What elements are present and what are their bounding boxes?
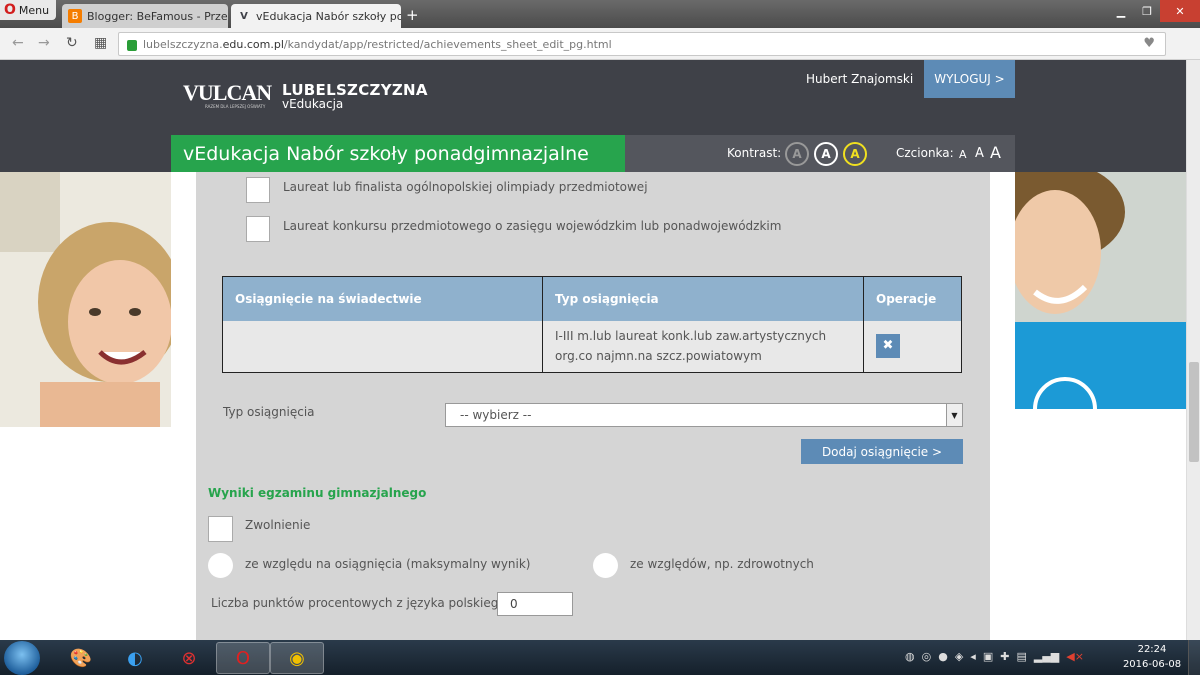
table-header-row: Osiągnięcie na świadectwie Typ osiągnięc… bbox=[222, 276, 962, 321]
opera-logo-icon: O bbox=[4, 2, 16, 18]
minimize-icon[interactable]: ▁ bbox=[1108, 0, 1134, 22]
tray-app-icon[interactable]: ◈ bbox=[955, 650, 963, 663]
contrast-label: Kontrast: bbox=[727, 146, 782, 160]
forward-icon[interactable]: → bbox=[38, 35, 50, 51]
network-icon[interactable]: ▂▄▆ bbox=[1034, 650, 1059, 663]
achievement-cell bbox=[222, 320, 543, 373]
clock-time: 22:24 bbox=[1137, 644, 1167, 655]
exemption-label: Zwolnienie bbox=[245, 518, 311, 532]
chevron-down-icon[interactable]: ▼ bbox=[946, 404, 962, 426]
speed-dial-icon[interactable]: ▦ bbox=[94, 35, 107, 51]
product-name: vEdukacja bbox=[282, 97, 344, 111]
tray-app-icon[interactable]: ✚ bbox=[1000, 650, 1009, 663]
contrast-normal-button[interactable]: A bbox=[785, 142, 809, 166]
tray-app-icon[interactable]: ◎ bbox=[922, 650, 932, 663]
windows-start-icon[interactable] bbox=[4, 641, 40, 675]
back-icon[interactable]: ← bbox=[12, 35, 24, 51]
logout-button[interactable]: WYLOGUJ > bbox=[924, 60, 1015, 98]
column-header: Typ osiągnięcia bbox=[542, 276, 864, 321]
close-window-icon[interactable]: ✕ bbox=[1160, 0, 1200, 22]
clock-date: 2016-06-08 bbox=[1122, 659, 1182, 670]
font-medium-button[interactable]: A bbox=[975, 146, 984, 161]
select-value: -- wybierz -- bbox=[460, 408, 532, 422]
url-text: lubelszczyzna.edu.com.pl/kandydat/app/re… bbox=[143, 37, 612, 51]
tray-app-icon[interactable]: ● bbox=[938, 650, 948, 663]
reload-icon[interactable]: ↻ bbox=[66, 35, 78, 51]
table-row: I-III m.lub laureat konk.lub zaw.artysty… bbox=[222, 320, 962, 373]
achievements-table: Osiągnięcie na świadectwie Typ osiągnięc… bbox=[222, 276, 962, 373]
address-toolbar: ← → ↻ ▦ lubelszczyzna.edu.com.pl/kandyda… bbox=[0, 28, 1200, 80]
shield-app-icon[interactable]: ⊗ bbox=[162, 642, 216, 674]
font-large-button[interactable]: A bbox=[990, 143, 1001, 162]
user-name: Hubert Znajomski bbox=[806, 72, 914, 86]
region-brand: LUBELSZCZYZNA vEdukacja bbox=[282, 81, 428, 111]
font-size-label: Czcionka: bbox=[896, 146, 954, 160]
olympiad-checkbox[interactable] bbox=[246, 177, 270, 203]
lock-icon bbox=[127, 39, 137, 51]
new-tab-icon[interactable]: + bbox=[406, 6, 419, 24]
ccleaner-icon[interactable]: ◐ bbox=[108, 642, 162, 674]
taskbar-clock[interactable]: 22:24 2016-06-08 bbox=[1122, 642, 1182, 672]
exam-section-title: Wyniki egzaminu gimnazjalnego bbox=[208, 486, 427, 500]
column-header: Operacje bbox=[863, 276, 962, 321]
exemption-achievements-radio[interactable] bbox=[208, 553, 233, 578]
scrollbar-thumb[interactable] bbox=[1189, 362, 1199, 462]
opera-taskbar-icon[interactable]: O bbox=[216, 642, 270, 674]
volume-muted-icon[interactable]: ◀× bbox=[1066, 650, 1084, 663]
paint-icon[interactable]: 🎨 bbox=[54, 642, 108, 674]
url-field[interactable]: lubelszczyzna.edu.com.pl/kandydat/app/re… bbox=[118, 32, 1166, 56]
contrast-yellow-button[interactable]: A bbox=[843, 142, 867, 166]
show-hidden-icons-icon[interactable]: ◂ bbox=[970, 650, 976, 663]
vulcan-icon: V bbox=[240, 10, 248, 22]
tab-vedukacja[interactable]: V vEdukacja Nabór szkoły po ✕ bbox=[231, 4, 401, 28]
contest-label: Laureat konkursu przedmiotowego o zasięg… bbox=[283, 219, 782, 233]
girl-photo bbox=[0, 172, 171, 427]
tray-app-icon[interactable]: ▤ bbox=[1016, 650, 1026, 663]
system-tray: ◍ ◎ ● ◈ ◂ ▣ ✚ ▤ ▂▄▆ ◀× bbox=[905, 650, 1084, 663]
type-select[interactable]: -- wybierz -- ▼ bbox=[445, 403, 963, 427]
olympiad-label: Laureat lub finalista ogólnopolskiej oli… bbox=[283, 180, 648, 194]
operations-cell: ✖ bbox=[863, 320, 962, 373]
chrome-taskbar-icon[interactable]: ◉ bbox=[270, 642, 324, 674]
polish-points-input[interactable]: 0 bbox=[497, 592, 573, 616]
add-achievement-button[interactable]: Dodaj osiągnięcie > bbox=[801, 439, 963, 464]
windows-taskbar: 🎨 ◐ ⊗ O ◉ ◍ ◎ ● ◈ ◂ ▣ ✚ ▤ ▂▄▆ ◀× 22:24 2… bbox=[0, 640, 1200, 675]
exemption-checkbox[interactable] bbox=[208, 516, 233, 542]
exemption-achievements-label: ze względu na osiągnięcia (maksymalny wy… bbox=[245, 557, 531, 571]
type-cell: I-III m.lub laureat konk.lub zaw.artysty… bbox=[542, 320, 864, 373]
vulcan-logo: VULCAN RAZEM DLA LEPSZEJ OŚWIATY bbox=[183, 80, 272, 109]
contest-checkbox[interactable] bbox=[246, 216, 270, 242]
boy-photo bbox=[1015, 172, 1186, 409]
polish-points-label: Liczba punktów procentowych z języka pol… bbox=[211, 596, 510, 610]
window-controls: ▁ ❐ ✕ bbox=[1108, 0, 1200, 22]
tab-title: Blogger: BeFamous - Przeg bbox=[87, 9, 228, 23]
opera-menu-button[interactable]: O Menu bbox=[0, 0, 56, 20]
show-desktop-button[interactable] bbox=[1188, 640, 1200, 675]
menu-label: Menu bbox=[18, 3, 50, 17]
tab-blogger[interactable]: B Blogger: BeFamous - Przeg bbox=[62, 4, 228, 28]
exemption-health-radio[interactable] bbox=[593, 553, 618, 578]
tray-app-icon[interactable]: ◍ bbox=[905, 650, 915, 663]
type-label: Typ osiągnięcia bbox=[223, 405, 315, 419]
maximize-icon[interactable]: ❐ bbox=[1134, 0, 1160, 22]
page-viewport: VULCAN RAZEM DLA LEPSZEJ OŚWIATY LUBELSZ… bbox=[0, 60, 1186, 640]
exemption-health-label: ze względów, np. zdrowotnych bbox=[630, 557, 814, 571]
delete-icon[interactable]: ✖ bbox=[876, 334, 900, 359]
column-header: Osiągnięcie na świadectwie bbox=[222, 276, 543, 321]
font-small-button[interactable]: A bbox=[959, 148, 967, 161]
blogger-icon: B bbox=[68, 9, 82, 23]
browser-tab-bar: O Menu B Blogger: BeFamous - Przeg V vEd… bbox=[0, 0, 1200, 28]
tab-title: vEdukacja Nabór szkoły po bbox=[256, 9, 401, 23]
page-title: vEdukacja Nabór szkoły ponadgimnazjalne bbox=[171, 135, 625, 172]
bookmark-heart-icon[interactable]: ♥ bbox=[1143, 36, 1155, 51]
tray-app-icon[interactable]: ▣ bbox=[983, 650, 993, 663]
contrast-white-button[interactable]: A bbox=[814, 142, 838, 166]
page-scrollbar[interactable] bbox=[1186, 60, 1200, 640]
